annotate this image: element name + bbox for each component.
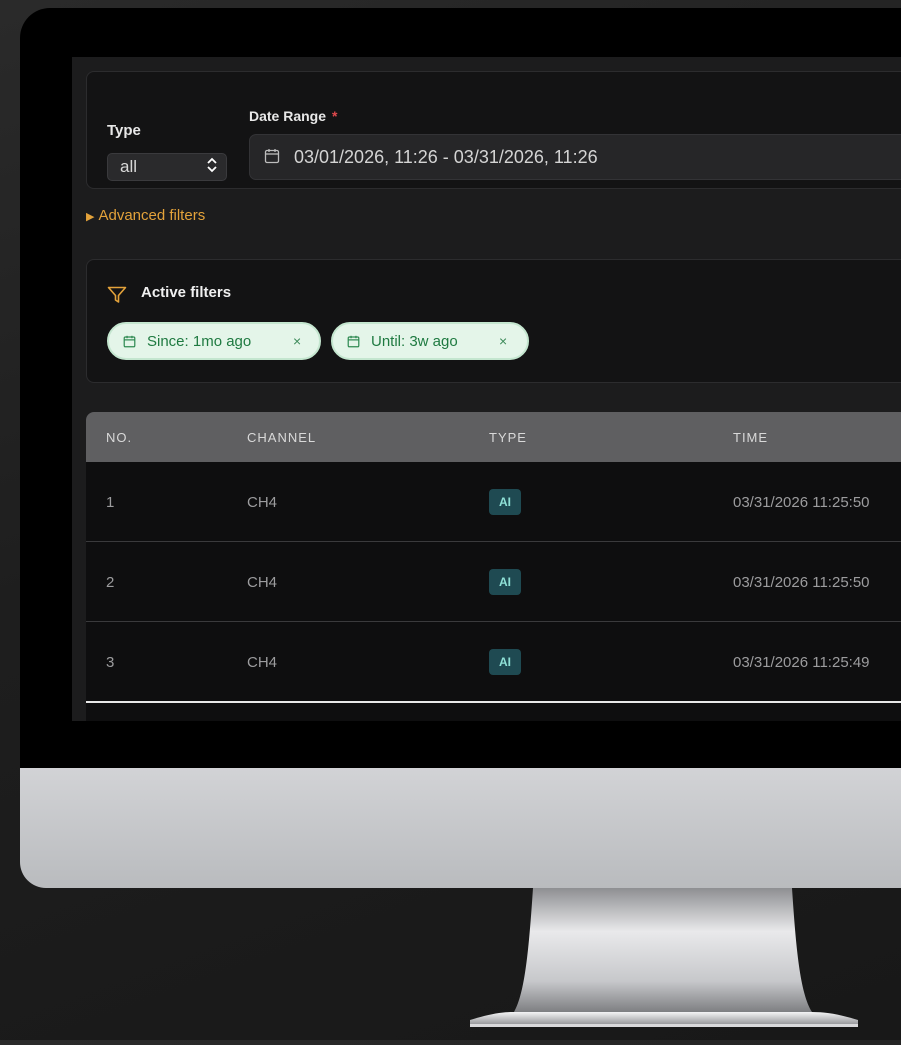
active-filters-card: Active filters Since: 1mo ago × Until: 3… [86,259,901,383]
monitor-chin [20,768,901,888]
filter-chip-label: Since: 1mo ago [147,333,252,350]
chevron-up-down-icon [206,157,218,176]
table-row[interactable]: 2 CH4 AI 03/31/2026 11:25:50 [86,542,901,622]
cell-no: 2 [106,574,115,591]
table-divider [86,701,901,703]
cell-time: 03/31/2026 11:25:49 [733,654,870,671]
calendar-icon [347,335,360,352]
cell-channel: CH4 [247,494,278,511]
date-range-value: 03/01/2026, 11:26 - 03/31/2026, 11:26 [294,147,598,167]
events-table: NO. CHANNEL TYPE TIME 1 CH4 AI 03/31/202… [86,412,901,721]
triangle-right-icon: ▶ [86,211,95,223]
table-row[interactable]: 3 CH4 AI 03/31/2026 11:25:49 [86,622,901,702]
type-badge: AI [489,569,521,595]
funnel-icon [107,286,127,309]
cell-no: 3 [106,654,115,671]
cell-channel: CH4 [247,654,278,671]
cell-time: 03/31/2026 11:25:50 [733,574,870,591]
column-header-type[interactable]: TYPE [489,430,527,445]
column-header-channel[interactable]: CHANNEL [247,430,316,445]
type-select[interactable]: all [107,153,227,181]
close-icon[interactable]: × [293,333,301,349]
filter-chip-label: Until: 3w ago [371,333,458,350]
column-header-time[interactable]: TIME [733,430,768,445]
filter-card: Type all Date Range * 03/01/2026, 11:26 … [86,71,901,189]
cell-channel: CH4 [247,574,278,591]
type-badge: AI [489,649,521,675]
active-filters-title: Active filters [141,284,232,301]
advanced-filters-toggle[interactable]: ▶ Advanced filters [86,207,205,224]
filter-chip-since[interactable]: Since: 1mo ago × [107,322,321,360]
type-select-value: all [120,157,138,176]
type-label: Type [107,122,141,139]
close-icon[interactable]: × [499,333,507,349]
table-row[interactable]: 1 CH4 AI 03/31/2026 11:25:50 [86,462,901,542]
calendar-icon [123,335,136,352]
cell-no: 1 [106,494,115,511]
date-range-label: Date Range * [249,108,337,124]
calendar-icon [264,148,280,169]
type-badge: AI [489,489,521,515]
date-range-input[interactable]: 03/01/2026, 11:26 - 03/31/2026, 11:26 [249,134,901,180]
date-range-label-text: Date Range [249,108,327,124]
filter-chip-until[interactable]: Until: 3w ago × [331,322,529,360]
advanced-filters-label: Advanced filters [98,207,206,224]
table-header: NO. CHANNEL TYPE TIME [86,412,901,462]
column-header-no[interactable]: NO. [106,430,132,445]
cell-time: 03/31/2026 11:25:50 [733,494,870,511]
monitor-stand [0,888,901,1027]
required-mark: * [332,108,338,124]
screen: Type all Date Range * 03/01/2026, 11:26 … [72,57,901,721]
